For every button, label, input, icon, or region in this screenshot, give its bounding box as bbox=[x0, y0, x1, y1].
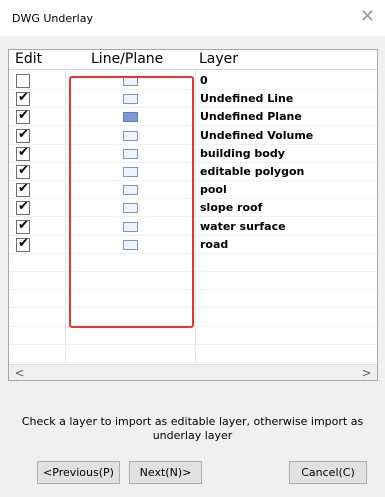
header-layer[interactable]: Layer bbox=[199, 51, 238, 67]
layer-name: slope roof bbox=[200, 201, 263, 215]
layer-name: pool bbox=[200, 183, 227, 197]
line-swatch-icon[interactable] bbox=[123, 185, 138, 196]
table-row[interactable]: ✔ building body bbox=[9, 145, 377, 163]
empty-row bbox=[9, 254, 377, 272]
table-row[interactable]: ✔ Undefined Plane bbox=[9, 108, 377, 127]
horizontal-scrollbar[interactable]: < > bbox=[9, 364, 377, 380]
layer-name: Undefined Plane bbox=[200, 110, 302, 124]
next-button[interactable]: Next(N)> bbox=[129, 461, 202, 484]
plane-swatch-icon[interactable] bbox=[123, 112, 138, 123]
edit-checkbox[interactable]: ✔ bbox=[16, 199, 30, 216]
table-row[interactable]: ✔ water surface bbox=[9, 218, 377, 236]
edit-checkbox[interactable]: ✔ bbox=[16, 108, 30, 125]
empty-row bbox=[9, 327, 377, 345]
table-row[interactable]: ✔ editable polygon bbox=[9, 163, 377, 181]
empty-row bbox=[9, 309, 377, 327]
header-edit[interactable]: Edit bbox=[15, 51, 42, 67]
scroll-right-icon[interactable]: > bbox=[358, 365, 375, 380]
table-row[interactable]: ✔ slope roof bbox=[9, 199, 377, 218]
table-row[interactable]: ✔ Undefined Volume bbox=[9, 127, 377, 145]
previous-button[interactable]: <Previous(P) bbox=[37, 461, 120, 484]
checkmark-icon: ✔ bbox=[18, 163, 29, 178]
checkmark-icon: ✔ bbox=[18, 217, 29, 233]
line-swatch-icon[interactable] bbox=[123, 130, 138, 141]
empty-row bbox=[9, 290, 377, 309]
checkmark-icon: ✔ bbox=[18, 199, 29, 215]
layer-name: Undefined Volume bbox=[200, 128, 314, 142]
edit-checkbox[interactable]: ✔ bbox=[16, 126, 30, 143]
cancel-button[interactable]: Cancel(C) bbox=[289, 461, 367, 484]
table-row[interactable]: ✔ road bbox=[9, 236, 377, 254]
scroll-left-icon[interactable]: < bbox=[11, 365, 28, 380]
line-swatch-icon[interactable] bbox=[123, 148, 138, 159]
header-line-plane[interactable]: Line/Plane bbox=[91, 51, 163, 67]
line-swatch-icon[interactable] bbox=[123, 203, 138, 214]
edit-checkbox[interactable]: ✔ bbox=[16, 235, 30, 252]
line-swatch-icon[interactable] bbox=[123, 167, 138, 177]
edit-checkbox[interactable]: ✔ bbox=[16, 90, 30, 107]
checkmark-icon: ✔ bbox=[18, 90, 29, 106]
layer-name: Undefined Line bbox=[200, 92, 294, 106]
layer-name: road bbox=[200, 237, 229, 251]
line-swatch-icon[interactable] bbox=[123, 221, 138, 232]
hint-text: Check a layer to import as editable laye… bbox=[21, 415, 364, 442]
checkmark-icon: ✔ bbox=[18, 126, 29, 142]
layer-name: editable polygon bbox=[200, 165, 305, 178]
table-row[interactable]: ✔ pool bbox=[9, 181, 377, 200]
edit-checkbox[interactable]: ✔ bbox=[16, 181, 30, 198]
checkmark-icon: ✔ bbox=[18, 181, 29, 197]
layer-list[interactable]: Edit Line/Plane Layer 0 ✔ Undefined Line ✔ U… bbox=[8, 49, 378, 381]
edit-checkbox[interactable]: ✔ bbox=[16, 163, 30, 179]
edit-checkbox[interactable]: ✔ bbox=[16, 144, 30, 161]
window-title: DWG Underlay bbox=[12, 12, 93, 25]
empty-row bbox=[9, 345, 377, 363]
layer-name: water surface bbox=[200, 219, 286, 233]
empty-row bbox=[9, 272, 377, 291]
layer-name: building body bbox=[200, 146, 285, 160]
table-row[interactable]: ✔ Undefined Line bbox=[9, 90, 377, 109]
line-swatch-icon[interactable] bbox=[123, 94, 138, 105]
dialog-body: Edit Line/Plane Layer 0 ✔ Undefined Line ✔ U… bbox=[0, 36, 385, 497]
line-swatch-icon[interactable] bbox=[123, 76, 138, 86]
line-swatch-icon[interactable] bbox=[123, 239, 138, 250]
edit-checkbox[interactable]: ✔ bbox=[16, 217, 30, 234]
checkmark-icon: ✔ bbox=[18, 144, 29, 160]
checkmark-icon: ✔ bbox=[18, 235, 29, 251]
close-icon[interactable]: ✕ bbox=[360, 7, 375, 27]
title-bar: DWG Underlay ✕ bbox=[0, 0, 385, 36]
edit-checkbox[interactable] bbox=[16, 74, 30, 88]
checkmark-icon: ✔ bbox=[18, 108, 29, 124]
list-header: Edit Line/Plane Layer bbox=[9, 50, 377, 70]
table-row[interactable]: 0 bbox=[9, 72, 377, 90]
layer-name: 0 bbox=[200, 74, 208, 87]
